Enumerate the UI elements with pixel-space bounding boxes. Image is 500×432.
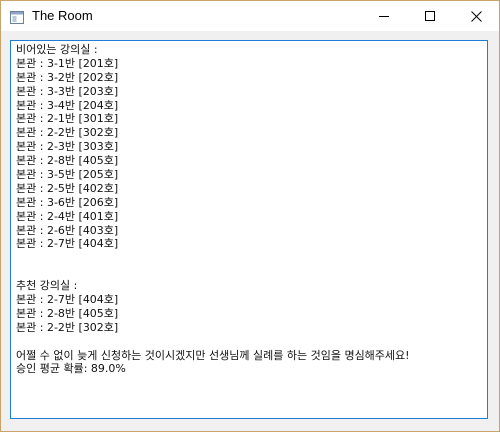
client-area: 비어있는 강의실 : 본관 : 3-1반 [201호] 본관 : 3-2반 [2… xyxy=(1,31,499,431)
text-line: 본관 : 2-5반 [402호] xyxy=(16,181,119,195)
minimize-icon xyxy=(379,16,389,17)
window-controls xyxy=(361,1,499,31)
text-line: 비어있는 강의실 : xyxy=(16,43,98,56)
text-line: 본관 : 2-8반 [405호] xyxy=(16,154,119,168)
text-line: 본관 : 2-6반 [403호] xyxy=(16,223,119,237)
text-line: 본관 : 3-2반 [202호] xyxy=(16,70,119,84)
close-icon xyxy=(470,10,482,22)
text-line: 승인 평균 확률: 89.0% xyxy=(16,362,126,376)
text-line: 본관 : 3-4반 [204호] xyxy=(16,98,119,112)
text-line: 본관 : 3-1반 [201호] xyxy=(16,56,119,70)
text-line xyxy=(16,335,482,349)
text-line: 본관 : 2-8반 [405호] xyxy=(16,306,119,320)
text-line: 본관 : 3-5반 [205호] xyxy=(16,168,119,182)
text-line xyxy=(16,251,482,265)
close-button[interactable] xyxy=(453,1,499,31)
text-line: 본관 : 3-3반 [203호] xyxy=(16,84,119,98)
maximize-button[interactable] xyxy=(407,1,453,31)
output-textbox[interactable]: 비어있는 강의실 : 본관 : 3-1반 [201호] 본관 : 3-2반 [2… xyxy=(10,40,488,419)
text-line: 본관 : 2-4반 [401호] xyxy=(16,209,119,223)
text-line: 본관 : 2-3반 [303호] xyxy=(16,140,119,154)
text-line: 어쩔 수 없이 늦게 신청하는 것이시겠지만 선생님께 실례를 하는 것임을 명… xyxy=(16,348,410,362)
text-line: 본관 : 2-7반 [404호] xyxy=(16,237,119,251)
text-line: 본관 : 2-7반 [404호] xyxy=(16,293,119,307)
text-line xyxy=(16,265,482,279)
text-line: 본관 : 2-2반 [302호] xyxy=(16,320,119,334)
window-app-icon xyxy=(10,9,24,24)
title-bar[interactable]: The Room xyxy=(1,1,499,31)
app-window: The Room 비어있는 강의실 : 본관 : 3-1반 [201호] 본관 … xyxy=(0,0,500,432)
minimize-button[interactable] xyxy=(361,1,407,31)
text-line: 본관 : 3-6반 [206호] xyxy=(16,195,119,209)
text-line: 본관 : 2-2반 [302호] xyxy=(16,126,119,140)
text-line: 추천 강의실 : xyxy=(16,279,78,293)
text-line: 본관 : 2-1반 [301호] xyxy=(16,112,119,126)
window-title: The Room xyxy=(32,8,93,23)
maximize-icon xyxy=(425,11,435,21)
